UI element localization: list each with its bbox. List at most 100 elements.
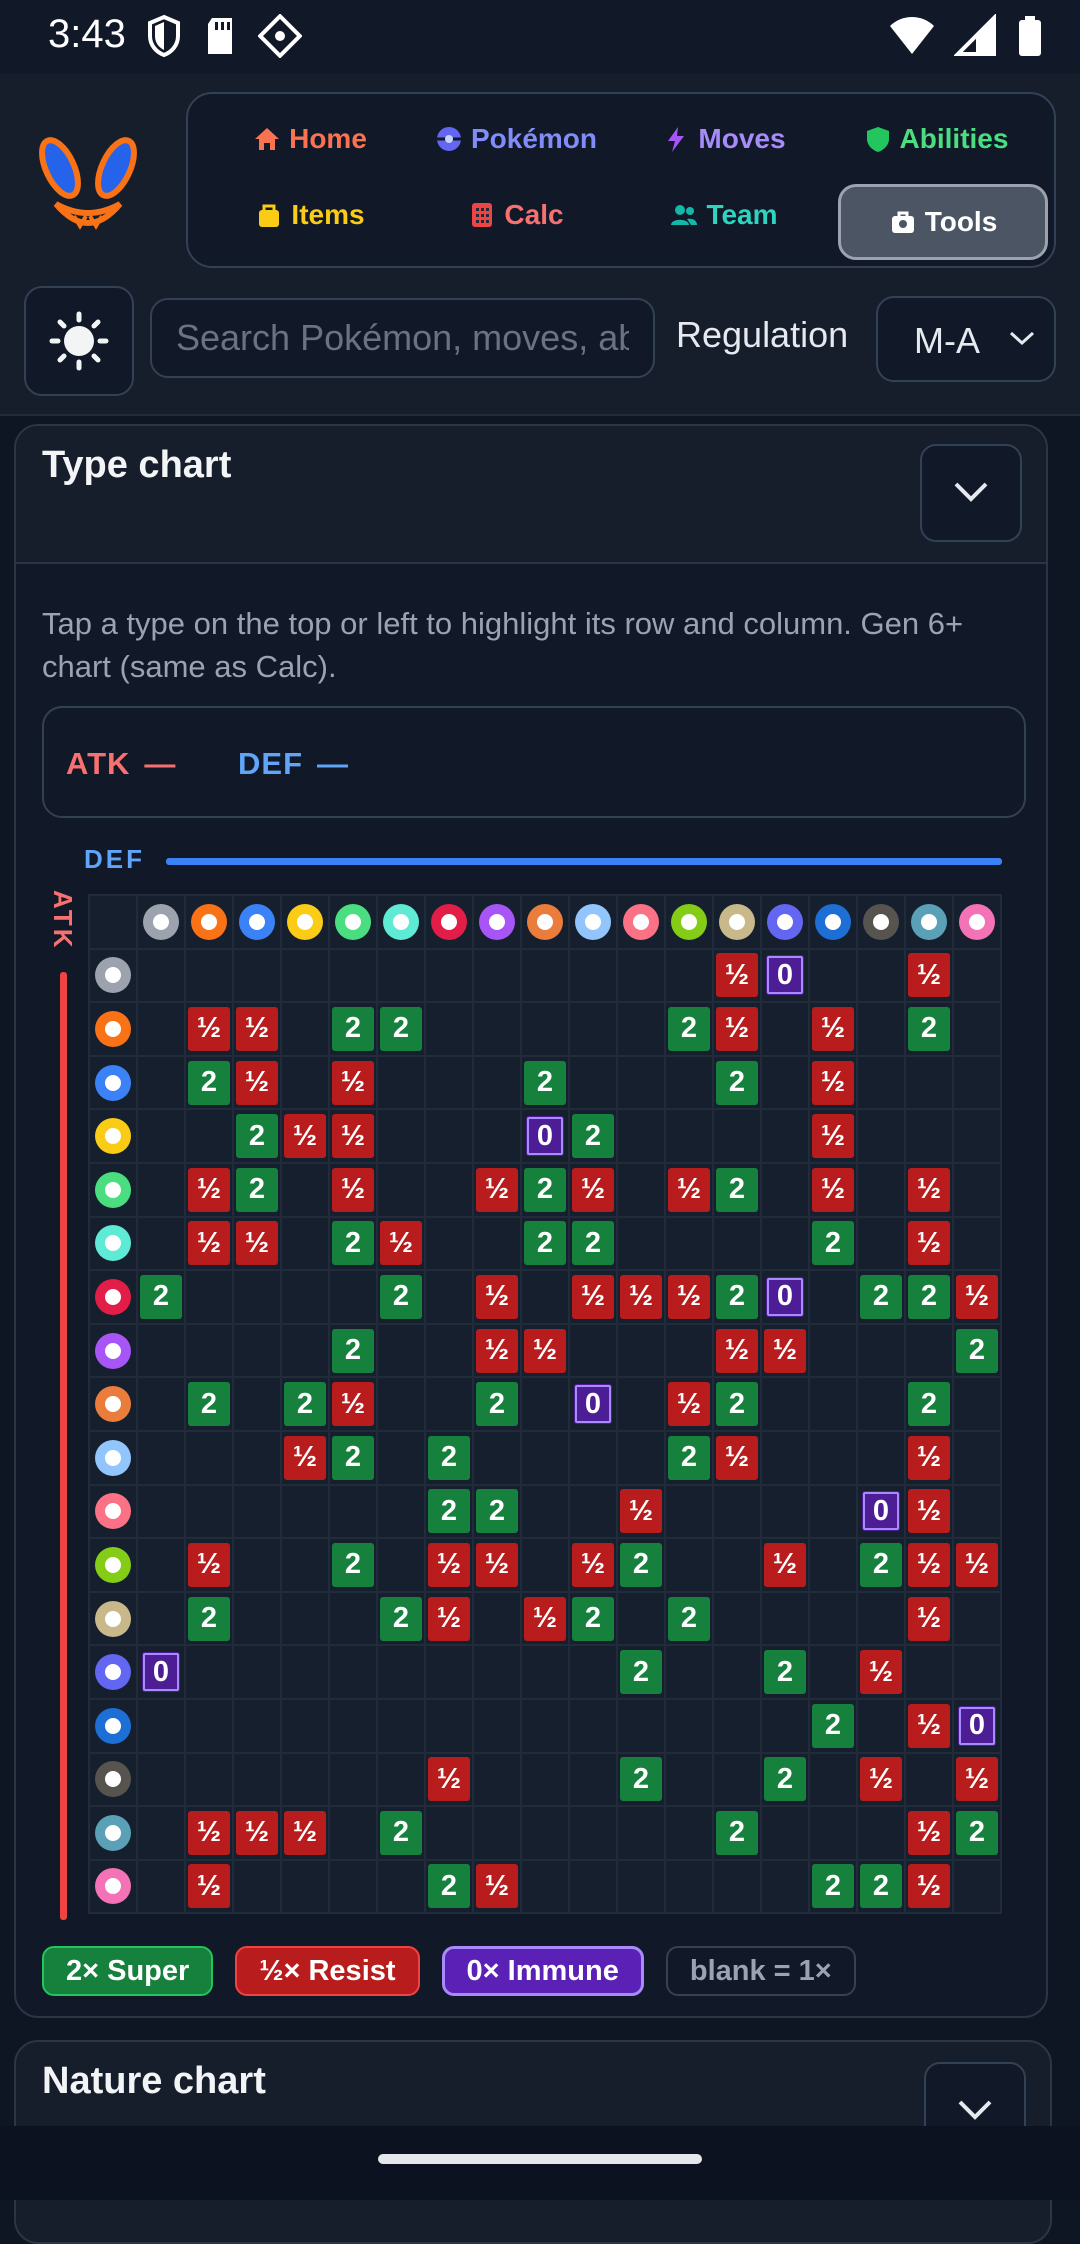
matchup-cell[interactable] <box>521 1377 569 1431</box>
atk-header-fairy[interactable] <box>89 1859 137 1914</box>
matchup-cell[interactable]: 2 <box>617 1752 665 1807</box>
matchup-cell[interactable] <box>377 1752 425 1807</box>
matchup-cell[interactable] <box>521 1270 569 1324</box>
matchup-cell[interactable] <box>233 1484 281 1539</box>
matchup-cell[interactable] <box>137 1430 185 1485</box>
matchup-cell[interactable] <box>137 1591 185 1646</box>
matchup-cell[interactable]: ½ <box>233 1216 281 1271</box>
def-header-ghost[interactable] <box>761 895 809 949</box>
matchup-cell[interactable] <box>761 1002 809 1056</box>
matchup-cell[interactable] <box>521 1645 569 1699</box>
matchup-cell[interactable] <box>953 1002 1001 1056</box>
matchup-cell[interactable] <box>953 1484 1001 1539</box>
matchup-cell[interactable]: 2 <box>857 1270 905 1324</box>
matchup-cell[interactable]: 2 <box>425 1859 473 1914</box>
matchup-cell[interactable] <box>809 948 857 1003</box>
matchup-cell[interactable]: 2 <box>953 1323 1001 1378</box>
matchup-cell[interactable] <box>953 1591 1001 1646</box>
search-input[interactable] <box>150 298 655 378</box>
matchup-cell[interactable] <box>473 1055 521 1110</box>
matchup-cell[interactable]: 0 <box>137 1645 185 1699</box>
matchup-cell[interactable]: 2 <box>905 1377 953 1431</box>
matchup-cell[interactable] <box>233 1538 281 1592</box>
matchup-cell[interactable] <box>857 1591 905 1646</box>
matchup-cell[interactable] <box>473 1430 521 1485</box>
matchup-cell[interactable]: ½ <box>473 1270 521 1324</box>
matchup-cell[interactable] <box>137 1698 185 1753</box>
atk-header-electric[interactable] <box>89 1109 137 1163</box>
matchup-cell[interactable] <box>137 1538 185 1592</box>
def-header-bug[interactable] <box>665 895 713 949</box>
matchup-cell[interactable] <box>233 1752 281 1807</box>
matchup-cell[interactable]: ½ <box>809 1109 857 1163</box>
type-chart-header[interactable]: Type chart <box>16 426 1046 564</box>
matchup-cell[interactable] <box>137 948 185 1003</box>
matchup-cell[interactable]: ½ <box>905 1162 953 1217</box>
matchup-cell[interactable]: ½ <box>905 948 953 1003</box>
matchup-cell[interactable] <box>713 1752 761 1807</box>
matchup-cell[interactable] <box>137 1484 185 1539</box>
matchup-cell[interactable]: 2 <box>473 1484 521 1539</box>
matchup-cell[interactable] <box>761 1377 809 1431</box>
nav-calc[interactable]: Calc <box>416 180 616 250</box>
matchup-cell[interactable]: 2 <box>473 1377 521 1431</box>
matchup-cell[interactable] <box>569 1430 617 1485</box>
matchup-cell[interactable] <box>233 1377 281 1431</box>
matchup-cell[interactable] <box>953 1216 1001 1271</box>
matchup-cell[interactable] <box>281 1162 329 1217</box>
matchup-cell[interactable] <box>761 1430 809 1485</box>
matchup-cell[interactable]: ½ <box>905 1806 953 1860</box>
matchup-cell[interactable] <box>617 1377 665 1431</box>
matchup-cell[interactable]: 2 <box>569 1109 617 1163</box>
matchup-cell[interactable] <box>953 1859 1001 1914</box>
matchup-cell[interactable] <box>569 1698 617 1753</box>
matchup-cell[interactable] <box>281 1002 329 1056</box>
matchup-cell[interactable] <box>425 1270 473 1324</box>
matchup-cell[interactable]: ½ <box>905 1698 953 1753</box>
matchup-cell[interactable] <box>857 1698 905 1753</box>
matchup-cell[interactable]: 2 <box>713 1270 761 1324</box>
matchup-cell[interactable]: 2 <box>329 1430 377 1485</box>
matchup-cell[interactable] <box>857 1002 905 1056</box>
matchup-cell[interactable] <box>137 1002 185 1056</box>
matchup-cell[interactable]: 2 <box>665 1430 713 1485</box>
matchup-cell[interactable] <box>809 1484 857 1539</box>
matchup-cell[interactable] <box>809 1752 857 1807</box>
matchup-cell[interactable] <box>281 1216 329 1271</box>
atk-header-dark[interactable] <box>89 1752 137 1807</box>
matchup-cell[interactable] <box>473 1806 521 1860</box>
matchup-cell[interactable]: ½ <box>569 1270 617 1324</box>
matchup-cell[interactable] <box>617 1323 665 1378</box>
atk-header-fighting[interactable] <box>89 1270 137 1324</box>
matchup-cell[interactable]: ½ <box>953 1270 1001 1324</box>
matchup-cell[interactable]: 2 <box>713 1377 761 1431</box>
matchup-cell[interactable] <box>185 1698 233 1753</box>
matchup-cell[interactable] <box>281 1538 329 1592</box>
matchup-cell[interactable] <box>905 1109 953 1163</box>
matchup-cell[interactable] <box>185 1430 233 1485</box>
matchup-cell[interactable] <box>473 948 521 1003</box>
matchup-cell[interactable]: 2 <box>857 1859 905 1914</box>
matchup-cell[interactable]: ½ <box>473 1859 521 1914</box>
matchup-cell[interactable] <box>185 1323 233 1378</box>
matchup-cell[interactable]: ½ <box>617 1270 665 1324</box>
def-header-dark[interactable] <box>857 895 905 949</box>
matchup-cell[interactable] <box>137 1109 185 1163</box>
matchup-cell[interactable]: ½ <box>185 1538 233 1592</box>
matchup-cell[interactable] <box>425 1806 473 1860</box>
matchup-cell[interactable]: 2 <box>617 1645 665 1699</box>
atk-header-grass[interactable] <box>89 1162 137 1217</box>
matchup-cell[interactable] <box>233 1270 281 1324</box>
def-header-poison[interactable] <box>473 895 521 949</box>
matchup-cell[interactable]: ½ <box>905 1538 953 1592</box>
def-header-fire[interactable] <box>185 895 233 949</box>
matchup-cell[interactable] <box>233 1591 281 1646</box>
matchup-cell[interactable] <box>857 948 905 1003</box>
matchup-cell[interactable]: ½ <box>713 948 761 1003</box>
matchup-cell[interactable] <box>953 1430 1001 1485</box>
matchup-cell[interactable]: 0 <box>857 1484 905 1539</box>
matchup-cell[interactable]: 0 <box>569 1377 617 1431</box>
nav-tools[interactable]: Tools <box>838 184 1048 260</box>
matchup-cell[interactable] <box>521 1806 569 1860</box>
matchup-cell[interactable] <box>617 1216 665 1271</box>
